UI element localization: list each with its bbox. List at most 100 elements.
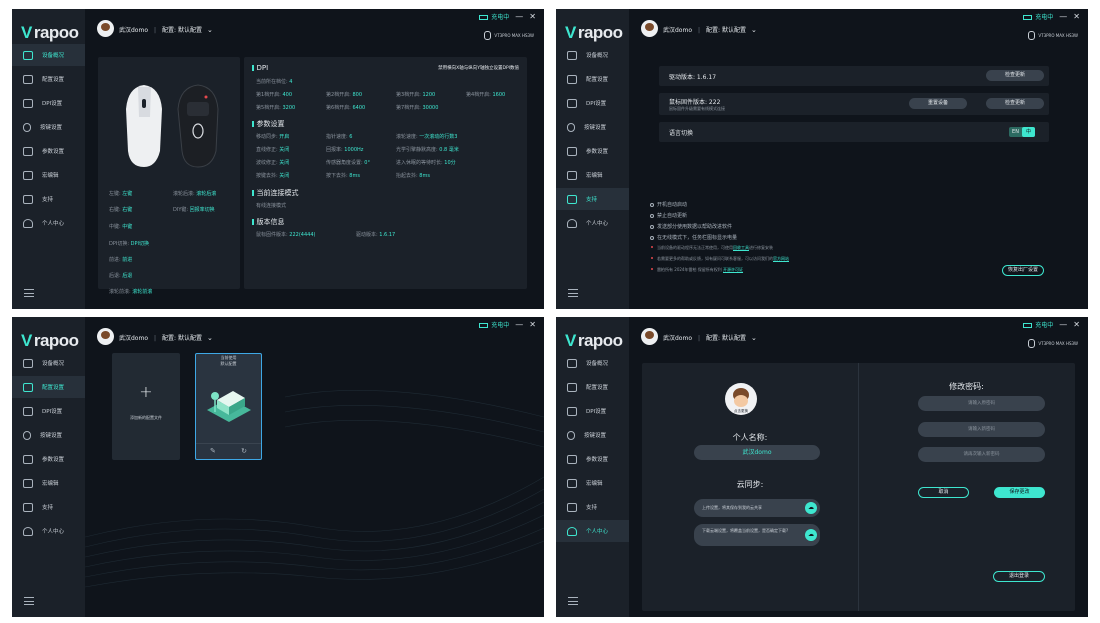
profile-avatar[interactable]: 点击更换: [725, 383, 757, 415]
device-selector[interactable]: VT3PRO MAX HS3W: [484, 31, 534, 40]
check-update-firmware-button[interactable]: 检查更新: [986, 98, 1044, 109]
close-button[interactable]: ✕: [1073, 320, 1080, 329]
confirm-password-input[interactable]: 请再次输入新密码: [918, 447, 1045, 462]
refresh-icon[interactable]: ↻: [241, 447, 247, 455]
download-icon[interactable]: ☁: [805, 529, 817, 541]
device-selector[interactable]: VT3PRO MAX HS3W: [1028, 339, 1078, 348]
nav-personal-center[interactable]: 个人中心: [12, 212, 85, 234]
topbar: 武汉domo | 配置: 默认配置 ⌄ 充电中 — ✕ VT3PRO MAX HS3W: [629, 317, 1088, 357]
check-update-button[interactable]: 检查更新: [986, 70, 1044, 81]
option-usage-data[interactable]: 发送部分使用数据以帮助改进软件: [650, 223, 732, 230]
official-site-link[interactable]: 官方网站: [773, 256, 789, 261]
user-config-bar[interactable]: 武汉domo | 配置: 默认配置 ⌄: [663, 25, 757, 34]
avatar[interactable]: [641, 328, 658, 345]
device-selector[interactable]: VT3PRO MAX HS3W: [1028, 31, 1078, 40]
param-row: 移动同步: 开启: [256, 134, 290, 140]
upload-icon[interactable]: ☁: [805, 502, 817, 514]
macro-icon: [567, 478, 577, 488]
close-button[interactable]: ✕: [1073, 12, 1080, 21]
sidebar: Vrapoo 设备概况 配置设置 DPI设置 按键设置 参数设置 宏编辑 支持 …: [12, 317, 85, 617]
license-link[interactable]: 开源许可证: [723, 267, 743, 272]
nav-personal-center[interactable]: 个人中心: [556, 212, 629, 234]
edit-icon[interactable]: ✎: [210, 447, 216, 455]
logout-button[interactable]: 退出登录: [993, 571, 1045, 582]
nav-param-settings[interactable]: 参数设置: [12, 140, 85, 162]
option-no-autoupdate[interactable]: 禁止自动更新: [650, 212, 687, 219]
nav-config-settings[interactable]: 配置设置: [556, 376, 629, 398]
minimize-button[interactable]: —: [1059, 320, 1067, 329]
macro-icon: [23, 170, 33, 180]
nav-device-overview[interactable]: 设备概况: [12, 44, 85, 66]
menu-icon[interactable]: [24, 597, 34, 605]
nav-personal-center[interactable]: 个人中心: [556, 520, 629, 542]
menu-icon[interactable]: [568, 597, 578, 605]
avatar[interactable]: [97, 20, 114, 37]
nav-macro-edit[interactable]: 宏编辑: [556, 164, 629, 186]
old-password-input[interactable]: 请输入原密码: [918, 396, 1045, 411]
window-controls: 充电中 — ✕: [479, 12, 536, 21]
add-config-card[interactable]: + 添加新的配置文件: [112, 353, 180, 460]
close-button[interactable]: ✕: [529, 12, 536, 21]
factory-reset-button[interactable]: 恢复出厂设置: [1002, 265, 1044, 276]
dpi-level-6: 第6档开启: 6400: [326, 105, 366, 111]
radio-icon: [650, 213, 654, 218]
param-row: 光学引擎静默高度: 0.8 毫米: [396, 147, 459, 153]
nav-param-settings[interactable]: 参数设置: [556, 448, 629, 470]
nav-dpi-settings[interactable]: DPI设置: [12, 92, 85, 114]
nav-support[interactable]: 支持: [556, 496, 629, 518]
nav-macro-edit[interactable]: 宏编辑: [12, 472, 85, 494]
repair-tool-link[interactable]: 回收工具: [733, 245, 749, 250]
option-tray-battery[interactable]: 在无线模式下，任务栏图标显示电量: [650, 234, 737, 241]
user-config-bar[interactable]: 武汉domo | 配置: 默认配置 ⌄: [119, 25, 213, 34]
monitor-icon: [567, 50, 577, 60]
mode-value: 有线连接模式: [256, 203, 287, 209]
option-autostart[interactable]: 开机自动启动: [650, 201, 687, 208]
nav-config-settings[interactable]: 配置设置: [556, 68, 629, 90]
panel-device-overview: Vrapoo 设备概况 配置设置 DPI设置 按键设置 参数设置 宏编辑 支持 …: [12, 9, 544, 309]
user-config-bar[interactable]: 武汉domo | 配置: 默认配置 ⌄: [119, 333, 213, 342]
dpi-icon: [23, 98, 33, 108]
minimize-button[interactable]: —: [515, 12, 523, 21]
btn-left-row: 左键: 左键: [109, 191, 133, 197]
nav-dpi-settings[interactable]: DPI设置: [556, 92, 629, 114]
nav-config-settings[interactable]: 配置设置: [12, 68, 85, 90]
nav-param-settings[interactable]: 参数设置: [12, 448, 85, 470]
device-info-card: DPI 禁用横向X轴与纵向Y轴独立设置DPI数值 当前所在档位: 4 第1档开启…: [244, 57, 527, 289]
nav-device-overview[interactable]: 设备概况: [556, 352, 629, 374]
nav-key-settings[interactable]: 按键设置: [556, 424, 629, 446]
dpi-level-3: 第3档开启: 1200: [396, 92, 436, 98]
config-card-default[interactable]: 当前使用 默认配置 ✎ ↻: [195, 353, 262, 460]
language-toggle[interactable]: EN 中: [1009, 127, 1035, 137]
save-button[interactable]: 保存更改: [994, 487, 1045, 498]
nav-config-settings[interactable]: 配置设置: [12, 376, 85, 398]
nav-device-overview[interactable]: 设备概况: [556, 44, 629, 66]
close-button[interactable]: ✕: [529, 320, 536, 329]
menu-icon[interactable]: [24, 289, 34, 297]
firmware-row: 鼠标固件版本: 222(4444): [256, 232, 316, 238]
menu-icon[interactable]: [568, 289, 578, 297]
cancel-button[interactable]: 取消: [918, 487, 969, 498]
nav-support[interactable]: 支持: [12, 188, 85, 210]
nav-personal-center[interactable]: 个人中心: [12, 520, 85, 542]
nav-dpi-settings[interactable]: DPI设置: [556, 400, 629, 422]
name-input[interactable]: 武汉domo: [694, 445, 820, 460]
reset-device-button[interactable]: 重置设备: [909, 98, 967, 109]
nav-key-settings[interactable]: 按键设置: [556, 116, 629, 138]
nav-macro-edit[interactable]: 宏编辑: [556, 472, 629, 494]
nav-support[interactable]: 支持: [12, 496, 85, 518]
nav-support[interactable]: 支持: [556, 188, 629, 210]
nav-device-overview[interactable]: 设备概况: [12, 352, 85, 374]
cloud-download-row: 下载云端设置，将覆盖当前设置，是否确定下载? ☁: [694, 524, 820, 546]
nav-param-settings[interactable]: 参数设置: [556, 140, 629, 162]
new-password-input[interactable]: 请输入新密码: [918, 422, 1045, 437]
minimize-button[interactable]: —: [1059, 12, 1067, 21]
nav-key-settings[interactable]: 按键设置: [12, 424, 85, 446]
avatar[interactable]: [97, 328, 114, 345]
avatar[interactable]: [641, 20, 658, 37]
nav-key-settings[interactable]: 按键设置: [12, 116, 85, 138]
nav-macro-edit[interactable]: 宏编辑: [12, 164, 85, 186]
minimize-button[interactable]: —: [515, 320, 523, 329]
radio-icon: [650, 202, 654, 207]
nav-dpi-settings[interactable]: DPI设置: [12, 400, 85, 422]
user-config-bar[interactable]: 武汉domo | 配置: 默认配置 ⌄: [663, 333, 757, 342]
